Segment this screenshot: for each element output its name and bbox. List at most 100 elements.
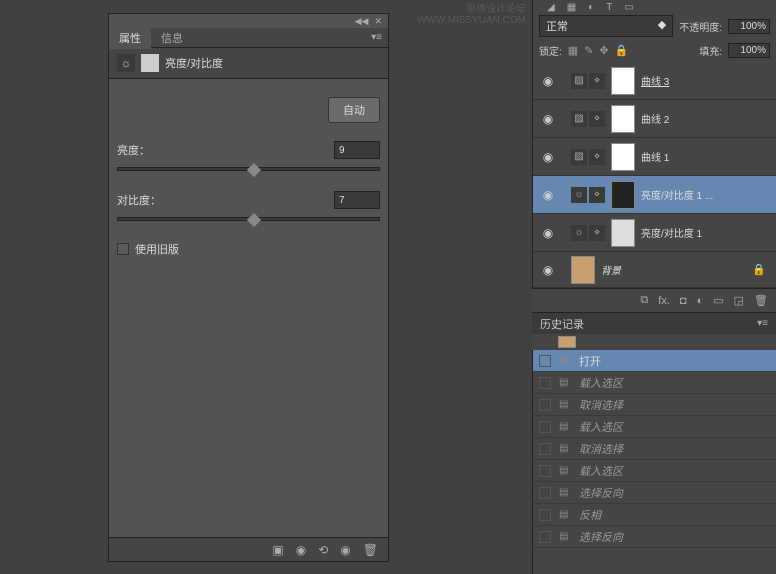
collapse-icon[interactable]: ◀◀ [355, 16, 369, 27]
filter-adjust-icon[interactable]: ◐ [588, 2, 594, 13]
brightness-icon: ☼ [571, 225, 587, 241]
fill-input[interactable] [728, 43, 770, 58]
tab-info[interactable]: 信息 [151, 27, 193, 49]
layer-name[interactable]: 亮度/对比度 1 ... [641, 187, 713, 202]
history-item[interactable]: ▤选择反向 [533, 526, 776, 548]
filter-kind-icon[interactable]: ◢ [547, 2, 555, 13]
adjustment-header: ☼ 亮度/对比度 [109, 48, 388, 79]
layer-mask-thumb[interactable] [611, 219, 635, 247]
layer-row[interactable]: ◉ ☼⋄ 亮度/对比度 1 ... [533, 176, 776, 214]
history-item[interactable]: ▤取消选择 [533, 394, 776, 416]
reset-icon[interactable]: ⟲ [318, 543, 328, 557]
lock-transparency-icon[interactable]: ▦ [568, 44, 578, 57]
legacy-checkbox[interactable] [117, 243, 129, 255]
layer-row[interactable]: ◉ ▨⋄ 曲线 1 [533, 138, 776, 176]
history-snapshot-row[interactable] [532, 334, 776, 350]
layer-row[interactable]: ◉ ☼⋄ 亮度/对比度 1 [533, 214, 776, 252]
history-item[interactable]: ▤载入选区 [533, 416, 776, 438]
properties-panel: ◀◀ ✕ 属性 信息 ▾≡ ☼ 亮度/对比度 自动 亮度： 对比度： [108, 13, 389, 562]
panel-tabs: 属性 信息 ▾≡ [109, 28, 388, 48]
layer-name[interactable]: 背景 [601, 262, 621, 277]
layer-mask-thumb[interactable] [611, 67, 635, 95]
fx-icon[interactable]: fx. [658, 295, 670, 307]
layer-row[interactable]: ◉ ▨⋄ 曲线 3 [533, 62, 776, 100]
watermark-text2: WWW.MISSYUAN.COM [417, 15, 526, 26]
new-layer-icon[interactable]: ◲ [734, 294, 744, 307]
link-icon: ⋄ [589, 111, 605, 127]
history-item[interactable]: ▤打开 [533, 350, 776, 372]
layer-name[interactable]: 曲线 1 [641, 149, 669, 164]
history-item[interactable]: ▤载入选区 [533, 372, 776, 394]
layers-tab-bar: ◢ ▦ ◐ T ▭ [532, 0, 776, 14]
layer-mask-thumb[interactable] [611, 143, 635, 171]
brightness-slider[interactable] [117, 167, 380, 171]
history-title: 历史记录 [540, 316, 584, 332]
watermark-text1: 思缘设计论坛 [417, 0, 526, 15]
visibility-toggle[interactable]: ◉ [533, 226, 563, 240]
adjustment-title: 亮度/对比度 [165, 55, 223, 71]
curves-icon: ▨ [571, 111, 587, 127]
layer-mask-thumb[interactable] [611, 105, 635, 133]
lock-label: 锁定: [539, 43, 562, 58]
brightness-contrast-icon: ☼ [117, 54, 135, 72]
auto-button[interactable]: 自动 [328, 97, 380, 123]
lock-position-icon[interactable]: ✥ [599, 44, 608, 57]
layer-name[interactable]: 亮度/对比度 1 [641, 225, 702, 240]
panel-menu-icon[interactable]: ▾≡ [371, 32, 388, 43]
lock-paint-icon[interactable]: ✎ [584, 44, 593, 57]
visibility-toggle[interactable]: ◉ [533, 112, 563, 126]
adjustment-icon[interactable]: ◐ [697, 295, 704, 307]
visibility-toggle[interactable]: ◉ [533, 263, 563, 277]
layer-name[interactable]: 曲线 2 [641, 111, 669, 126]
filter-pixel-icon[interactable]: ▦ [567, 2, 576, 13]
opacity-input[interactable] [728, 19, 770, 34]
layer-row[interactable]: ◉ ▨⋄ 曲线 2 [533, 100, 776, 138]
brightness-input[interactable] [334, 141, 380, 159]
brightness-icon: ☼ [571, 187, 587, 203]
history-item[interactable]: ▤选择反向 [533, 482, 776, 504]
visibility-toggle[interactable]: ◉ [533, 150, 563, 164]
layers-footer: ⧉ fx. ◘ ◐ ▭ ◲ 🗑 [532, 288, 776, 312]
view-previous-icon[interactable]: ◉ [296, 543, 306, 557]
curves-icon: ▨ [571, 149, 587, 165]
opacity-label: 不透明度: [679, 19, 722, 34]
mask-icon[interactable]: ◘ [680, 295, 687, 307]
trash-icon[interactable]: 🗑 [754, 294, 768, 307]
mask-icon[interactable] [141, 54, 159, 72]
history-header: 历史记录 ▾≡ [532, 312, 776, 334]
contrast-input[interactable] [334, 191, 380, 209]
brightness-label: 亮度： [117, 142, 150, 158]
filter-type-icon[interactable]: T [606, 2, 612, 13]
lock-icon: 🔒 [752, 263, 776, 276]
tab-properties[interactable]: 属性 [109, 27, 151, 49]
group-icon[interactable]: ▭ [713, 294, 723, 307]
visibility-icon[interactable]: ◉ [340, 543, 350, 557]
layer-thumb[interactable] [571, 256, 595, 284]
properties-footer: ▣ ◉ ⟲ ◉ 🗑 [109, 537, 388, 561]
trash-icon[interactable]: 🗑 [363, 543, 378, 557]
snapshot-thumb [558, 336, 576, 348]
link-icon: ⋄ [589, 225, 605, 241]
filter-shape-icon[interactable]: ▭ [624, 2, 633, 13]
history-list: ▤打开 ▤载入选区 ▤取消选择 ▤载入选区 ▤取消选择 ▤载入选区 ▤选择反向 … [532, 350, 776, 574]
blend-mode-select[interactable]: 正常◆ [539, 15, 673, 37]
link-layers-icon[interactable]: ⧉ [640, 294, 648, 307]
history-item[interactable]: ▤载入选区 [533, 460, 776, 482]
legacy-label: 使用旧版 [135, 241, 179, 257]
lock-all-icon[interactable]: 🔒 [615, 44, 629, 57]
layer-mask-thumb[interactable] [611, 181, 635, 209]
clip-icon[interactable]: ▣ [272, 543, 283, 557]
visibility-toggle[interactable]: ◉ [533, 188, 563, 202]
visibility-toggle[interactable]: ◉ [533, 74, 563, 88]
link-icon: ⋄ [589, 149, 605, 165]
curves-icon: ▨ [571, 73, 587, 89]
layer-row[interactable]: ◉ 背景 🔒 [533, 252, 776, 288]
history-item[interactable]: ▤取消选择 [533, 438, 776, 460]
fill-label: 填充: [699, 43, 722, 58]
history-item[interactable]: ▤反相 [533, 504, 776, 526]
history-menu-icon[interactable]: ▾≡ [757, 318, 768, 329]
contrast-slider[interactable] [117, 217, 380, 221]
layer-name[interactable]: 曲线 3 [641, 73, 669, 88]
close-icon[interactable]: ✕ [374, 16, 382, 27]
link-icon: ⋄ [589, 73, 605, 89]
